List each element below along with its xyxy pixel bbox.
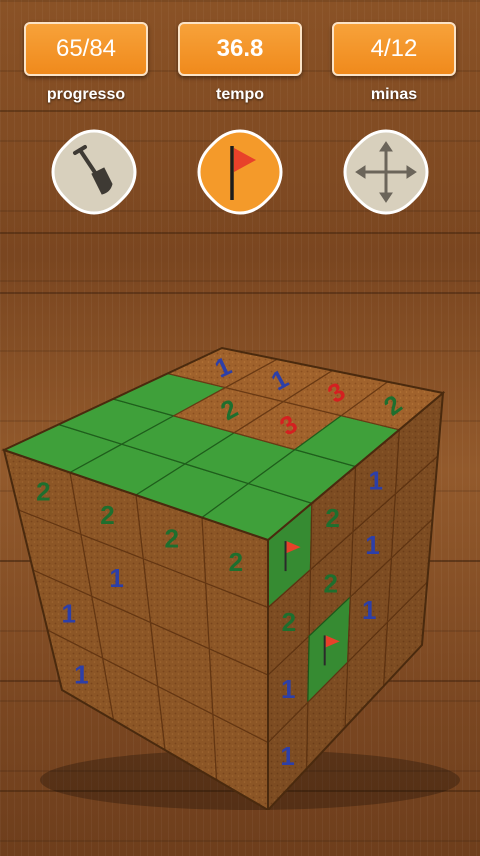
cell-number: 2 — [282, 607, 296, 637]
time-label: tempo — [216, 86, 264, 103]
cell-number: 1 — [281, 674, 295, 704]
time-stat: 36.8 tempo — [178, 22, 302, 104]
flag-button-bg — [197, 129, 283, 215]
cell-number: 2 — [323, 569, 337, 599]
progress-stat: 65/84 progresso — [24, 22, 148, 104]
move-button-bg — [343, 129, 429, 215]
plank-seam — [0, 292, 480, 294]
cell-number: 1 — [61, 599, 75, 629]
cell-number: 1 — [74, 660, 88, 690]
mines-stat: 4/12 minas — [332, 22, 456, 104]
plank-seam — [0, 232, 480, 234]
progress-label: progresso — [46, 86, 126, 103]
cell-number: 2 — [325, 503, 339, 533]
cell-number: 1 — [362, 595, 376, 625]
cell-number: 1 — [365, 530, 379, 560]
plank-seam — [0, 110, 480, 112]
cell-number: 2 — [229, 547, 243, 577]
mines-value: 4/12 — [332, 22, 456, 76]
progress-value: 65/84 — [24, 22, 148, 76]
cell-number: 1 — [109, 563, 123, 593]
cell-number: 2 — [36, 477, 50, 507]
dig-button-bg — [51, 129, 137, 215]
dig-button[interactable] — [50, 128, 138, 216]
mines-label: minas — [370, 86, 418, 103]
time-value: 36.8 — [178, 22, 302, 76]
cell-number: 1 — [280, 741, 294, 771]
flag-button[interactable] — [196, 128, 284, 216]
minesweeper-cube[interactable]: 22221112122111112133 2 — [0, 340, 480, 810]
move-button[interactable] — [342, 128, 430, 216]
cell-number: 2 — [100, 500, 114, 530]
cell-number: 2 — [164, 524, 178, 554]
cell-number: 1 — [369, 465, 383, 495]
